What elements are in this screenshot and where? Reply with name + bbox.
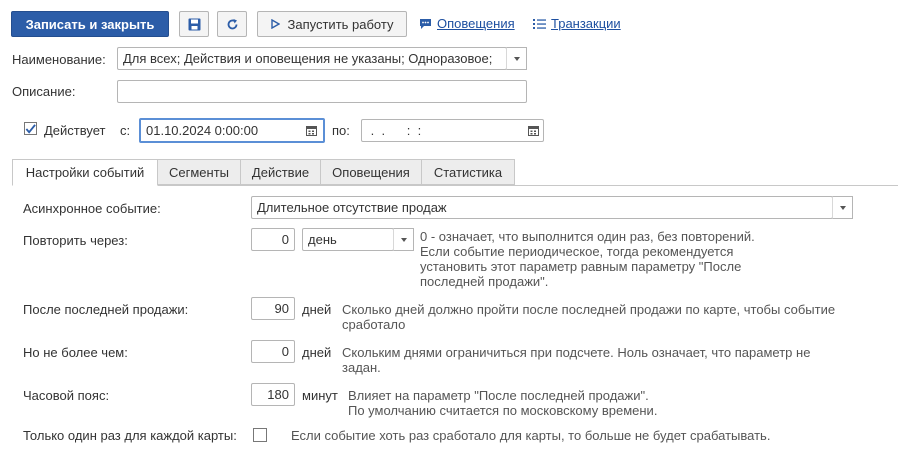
- tab-statistics[interactable]: Статистика: [421, 159, 515, 185]
- timezone-unit: минут: [302, 388, 338, 403]
- async-event-field[interactable]: Длительное отсутствие продаж: [251, 196, 833, 219]
- from-date-field[interactable]: 01.10.2024 0:00:00: [139, 118, 325, 143]
- max-hint-line: Скольким днями ограничиться при подсчете…: [342, 345, 811, 360]
- run-button[interactable]: Запустить работу: [257, 11, 407, 37]
- repeat-hint-line: установить этот параметр равным параметр…: [420, 259, 742, 274]
- active-label: Действует: [44, 123, 106, 138]
- transactions-link[interactable]: Транзакции: [533, 16, 621, 31]
- after-sale-value-field[interactable]: 90: [251, 297, 295, 320]
- max-unit: дней: [302, 345, 332, 360]
- timezone-value-field[interactable]: 180: [251, 383, 295, 406]
- repeat-label: Повторить через:: [23, 233, 128, 248]
- async-event-dropdown-button[interactable]: [832, 196, 853, 219]
- to-label: по:: [332, 123, 350, 138]
- chat-icon: [420, 18, 431, 29]
- refresh-button[interactable]: [217, 11, 247, 37]
- timezone-hint-line: Влияет на параметр "После последней прод…: [348, 388, 649, 403]
- list-icon: [533, 18, 546, 29]
- notifications-link[interactable]: Оповещения: [419, 16, 515, 31]
- description-label: Описание:: [12, 84, 76, 99]
- timezone-hint-line: По умолчанию считается по московскому вр…: [348, 403, 658, 418]
- checkmark-icon: [25, 123, 36, 134]
- description-field[interactable]: [117, 80, 527, 103]
- from-label: с:: [120, 123, 131, 138]
- repeat-unit-dropdown-button[interactable]: [393, 228, 414, 251]
- repeat-value-field[interactable]: 0: [251, 228, 295, 251]
- repeat-hint-line: 0 - означает, что выполнится один раз, б…: [420, 229, 755, 244]
- once-per-card-hint: Если событие хоть раз сработало для карт…: [291, 428, 771, 443]
- to-calendar-button[interactable]: [522, 119, 544, 142]
- async-event-label: Асинхронное событие:: [23, 201, 161, 216]
- calendar-icon: [305, 126, 317, 136]
- active-checkbox[interactable]: [24, 122, 37, 135]
- notifications-link-label: Оповещения: [437, 16, 515, 31]
- repeat-hint-line: последней продажи".: [420, 274, 549, 289]
- max-value-field[interactable]: 0: [251, 340, 295, 363]
- after-sale-hint-line: сработало: [342, 317, 406, 332]
- name-dropdown-button[interactable]: [506, 47, 527, 70]
- refresh-icon: [227, 18, 237, 29]
- tab-action[interactable]: Действие: [240, 159, 321, 185]
- repeat-hint: 0 - означает, что выполнится один раз, б…: [420, 229, 755, 289]
- calendar-icon: [527, 126, 539, 136]
- from-calendar-button[interactable]: [300, 119, 322, 142]
- name-field[interactable]: Для всех; Действия и оповещения не указа…: [117, 47, 507, 70]
- repeat-unit-field[interactable]: день: [302, 228, 394, 251]
- once-per-card-checkbox[interactable]: [253, 428, 267, 442]
- name-label: Наименование:: [12, 52, 106, 67]
- tab-event-settings[interactable]: Настройки событий: [12, 159, 158, 186]
- floppy-icon: [188, 18, 200, 30]
- run-button-label: Запустить работу: [287, 16, 394, 32]
- after-sale-hint: Сколько дней должно пройти после последн…: [342, 302, 835, 332]
- timezone-hint: Влияет на параметр "После последней прод…: [348, 388, 657, 418]
- max-hint-line: задан.: [342, 360, 381, 375]
- max-hint: Скольким днями ограничиться при подсчете…: [342, 345, 810, 375]
- tab-notifications[interactable]: Оповещения: [320, 159, 422, 185]
- to-date-field[interactable]: . . : :: [361, 119, 544, 142]
- save-and-close-button[interactable]: Записать и закрыть: [11, 11, 169, 37]
- timezone-label: Часовой пояс:: [23, 388, 110, 403]
- play-icon: [270, 19, 280, 29]
- after-sale-label: После последней продажи:: [23, 302, 189, 317]
- max-label: Но не более чем:: [23, 345, 128, 360]
- save-button[interactable]: [179, 11, 209, 37]
- repeat-hint-line: Если событие периодическое, тогда рекоме…: [420, 244, 734, 259]
- after-sale-hint-line: Сколько дней должно пройти после последн…: [342, 302, 836, 317]
- once-per-card-label: Только один раз для каждой карты:: [23, 428, 237, 443]
- transactions-link-label: Транзакции: [551, 16, 621, 31]
- tab-segments[interactable]: Сегменты: [157, 159, 241, 185]
- after-sale-unit: дней: [302, 302, 332, 317]
